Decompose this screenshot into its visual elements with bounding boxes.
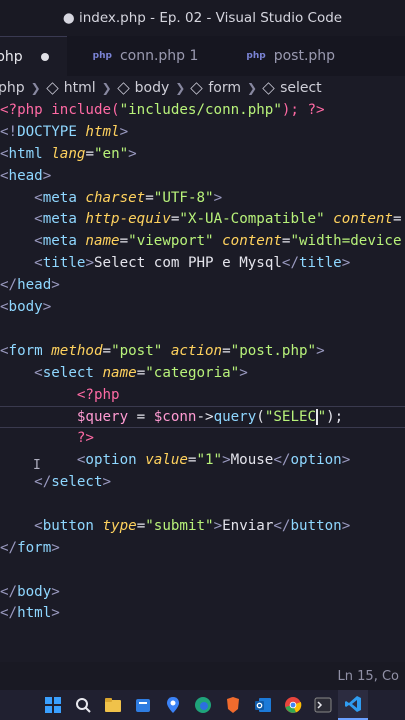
chrome-icon[interactable]: [278, 690, 308, 720]
code-line: </select>: [0, 474, 112, 491]
code-line: <?php include("includes/conn.php"); ?>: [0, 102, 325, 118]
mouse-ibeam-icon: I: [33, 458, 41, 473]
breadcrumb-item-select[interactable]: select: [262, 80, 322, 96]
element-icon: [116, 81, 130, 95]
code-line: </form>: [0, 539, 60, 556]
php-icon: php: [246, 51, 266, 61]
code-line-current: $query = $conn->query("SELEC ");: [0, 406, 405, 429]
code-line: <select name="categoria">: [0, 364, 248, 381]
code-line: <option value="1">Mouse</option>: [0, 452, 351, 469]
edge-icon[interactable]: [188, 690, 218, 720]
element-icon: [190, 81, 204, 95]
breadcrumb-item-form[interactable]: form: [190, 80, 241, 96]
code-line: <meta http-equiv="X-UA-Compatible" conte…: [0, 211, 402, 228]
code-line: <head>: [0, 167, 52, 184]
file-explorer-icon[interactable]: [98, 690, 128, 720]
code-line: <form method="post" action="post.php">: [0, 342, 325, 359]
code-line: </head>: [0, 277, 60, 294]
window-title: ● index.php - Ep. 02 - Visual Studio Cod…: [0, 0, 405, 36]
terminal-icon[interactable]: [308, 690, 338, 720]
code-line: <html lang="en">: [0, 145, 137, 162]
windows-start-icon[interactable]: [38, 690, 68, 720]
code-line: <meta name="viewport" content="width=dev…: [0, 233, 402, 250]
unsaved-dot-icon[interactable]: [40, 52, 49, 61]
breadcrumb-item-html[interactable]: html: [45, 80, 96, 96]
outlook-icon[interactable]: [248, 690, 278, 720]
code-line: <button type="submit">Enviar</button>: [0, 517, 351, 534]
element-icon: [262, 81, 275, 95]
brave-icon[interactable]: [218, 690, 248, 720]
code-line: <title>Select com PHP e Mysql</title>: [0, 255, 351, 272]
tab-index-php[interactable]: php: [0, 36, 67, 76]
taskbar: [0, 690, 405, 720]
code-line: <body>: [0, 299, 52, 316]
tab-conn-php[interactable]: php conn.php 1: [67, 36, 221, 76]
code-line: ?>: [0, 430, 94, 447]
code-line: <!DOCTYPE html>: [0, 123, 129, 140]
tab-label: post.php: [273, 48, 336, 64]
tab-label: php: [0, 48, 23, 65]
folder-icon[interactable]: [128, 690, 158, 720]
maps-icon[interactable]: [158, 690, 188, 720]
status-bar: Ln 15, Co: [0, 662, 405, 690]
code-line: </html>: [0, 605, 60, 622]
vscode-icon[interactable]: [338, 690, 368, 720]
search-icon[interactable]: [68, 690, 98, 720]
element-icon: [45, 81, 59, 95]
editor-tabs: php php conn.php 1 php post.php: [0, 36, 405, 76]
chevron-right-icon: ❯: [30, 81, 41, 95]
breadcrumb: php ❯ html ❯ body ❯ form ❯ select: [0, 76, 405, 100]
tab-post-php[interactable]: php post.php: [220, 36, 357, 76]
chevron-right-icon: ❯: [247, 81, 258, 95]
chevron-right-icon: ❯: [175, 81, 186, 95]
php-icon: php: [92, 51, 112, 61]
code-editor[interactable]: <?php include("includes/conn.php"); ?> <…: [0, 100, 405, 625]
breadcrumb-item-php[interactable]: php: [0, 80, 25, 96]
code-line: </body>: [0, 583, 60, 600]
breadcrumb-item-body[interactable]: body: [116, 80, 169, 96]
code-line: <?php: [0, 386, 120, 403]
tab-label: conn.php 1: [119, 48, 199, 64]
cursor-position[interactable]: Ln 15, Co: [338, 669, 405, 684]
chevron-right-icon: ❯: [101, 81, 112, 95]
code-line: <meta charset="UTF-8">: [0, 189, 223, 206]
